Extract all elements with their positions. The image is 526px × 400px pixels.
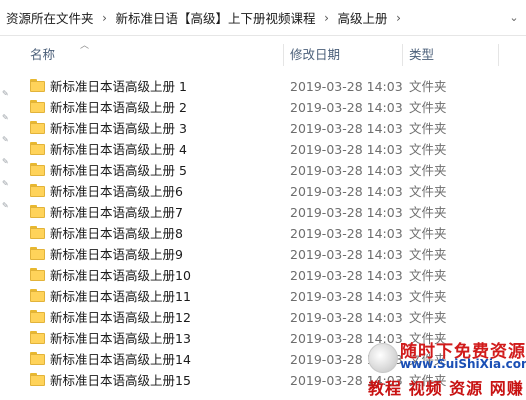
file-type: 文件夹 <box>409 142 447 157</box>
folder-icon <box>30 331 45 345</box>
file-name: 新标准日本语高级上册15 <box>50 373 191 388</box>
folder-icon <box>30 79 45 93</box>
table-row[interactable]: 新标准日本语高级上册 4 2019-03-28 14:03 文件夹 <box>0 139 526 160</box>
file-name: 新标准日本语高级上册11 <box>50 289 191 304</box>
table-row[interactable]: 新标准日本语高级上册7 2019-03-28 14:03 文件夹 <box>0 202 526 223</box>
file-type: 文件夹 <box>409 310 447 325</box>
breadcrumb-item-current[interactable]: 高级上册 <box>338 8 388 27</box>
folder-icon <box>30 352 45 366</box>
file-name: 新标准日本语高级上册 2 <box>50 100 187 115</box>
chevron-down-icon[interactable]: ⌄ <box>502 11 526 24</box>
file-date: 2019-03-28 14:03 <box>290 310 403 325</box>
file-date: 2019-03-28 14:03 <box>290 163 403 178</box>
file-name: 新标准日本语高级上册 1 <box>50 79 187 94</box>
table-row[interactable]: 新标准日本语高级上册 5 2019-03-28 14:03 文件夹 <box>0 160 526 181</box>
file-type: 文件夹 <box>409 100 447 115</box>
file-type: 文件夹 <box>409 352 447 367</box>
folder-icon <box>30 205 45 219</box>
table-row[interactable]: 新标准日本语高级上册8 2019-03-28 14:03 文件夹 <box>0 223 526 244</box>
file-name: 新标准日本语高级上册10 <box>50 268 191 283</box>
file-type: 文件夹 <box>409 373 447 388</box>
file-date: 2019-03-28 14:03 <box>290 142 403 157</box>
file-date: 2019-03-28 14:03 <box>290 205 403 220</box>
breadcrumb-item-root[interactable]: 资源所在文件夹 <box>0 8 94 27</box>
column-type[interactable]: 类型 <box>409 40 434 70</box>
file-type: 文件夹 <box>409 184 447 199</box>
breadcrumb-separator-icon[interactable]: › <box>316 11 338 25</box>
file-type: 文件夹 <box>409 331 447 346</box>
column-date[interactable]: 修改日期 <box>290 40 340 70</box>
file-name: 新标准日本语高级上册12 <box>50 310 191 325</box>
folder-icon <box>30 121 45 135</box>
file-type: 文件夹 <box>409 247 447 262</box>
file-date: 2019-03-28 14:03 <box>290 352 403 367</box>
file-name: 新标准日本语高级上册7 <box>50 205 183 220</box>
breadcrumb-separator-icon[interactable]: › <box>388 11 410 25</box>
column-divider[interactable] <box>402 44 403 66</box>
file-type: 文件夹 <box>409 289 447 304</box>
file-type: 文件夹 <box>409 268 447 283</box>
file-list: 新标准日本语高级上册 1 2019-03-28 14:03 文件夹 新标准日本语高级上… <box>0 76 526 391</box>
file-date: 2019-03-28 14:03 <box>290 184 403 199</box>
file-name: 新标准日本语高级上册 5 <box>50 163 187 178</box>
table-row[interactable]: 新标准日本语高级上册9 2019-03-28 14:03 文件夹 <box>0 244 526 265</box>
file-date: 2019-03-28 14:03 <box>290 331 403 346</box>
file-type: 文件夹 <box>409 163 447 178</box>
file-name: 新标准日本语高级上册14 <box>50 352 191 367</box>
file-date: 2019-03-28 14:03 <box>290 289 403 304</box>
file-type: 文件夹 <box>409 205 447 220</box>
folder-icon <box>30 247 45 261</box>
file-date: 2019-03-28 14:03 <box>290 79 403 94</box>
folder-icon <box>30 226 45 240</box>
column-name[interactable]: 名称 <box>30 40 55 70</box>
table-row[interactable]: 新标准日本语高级上册 2 2019-03-28 14:03 文件夹 <box>0 97 526 118</box>
table-row[interactable]: 新标准日本语高级上册12 2019-03-28 14:03 文件夹 <box>0 307 526 328</box>
table-row[interactable]: 新标准日本语高级上册6 2019-03-28 14:03 文件夹 <box>0 181 526 202</box>
folder-icon <box>30 163 45 177</box>
file-name: 新标准日本语高级上册6 <box>50 184 183 199</box>
folder-icon <box>30 184 45 198</box>
folder-icon <box>30 142 45 156</box>
column-divider[interactable] <box>283 44 284 66</box>
file-date: 2019-03-28 14:03 <box>290 226 403 241</box>
table-row[interactable]: 新标准日本语高级上册14 2019-03-28 14:03 文件夹 <box>0 349 526 370</box>
folder-icon <box>30 268 45 282</box>
table-row[interactable]: 新标准日本语高级上册10 2019-03-28 14:03 文件夹 <box>0 265 526 286</box>
file-name: 新标准日本语高级上册 4 <box>50 142 187 157</box>
file-type: 文件夹 <box>409 79 447 94</box>
table-row[interactable]: 新标准日本语高级上册 3 2019-03-28 14:03 文件夹 <box>0 118 526 139</box>
column-header: 名称 修改日期 类型 <box>0 40 526 70</box>
file-date: 2019-03-28 14:03 <box>290 121 403 136</box>
file-date: 2019-03-28 14:03 <box>290 373 403 388</box>
folder-icon <box>30 310 45 324</box>
table-row[interactable]: 新标准日本语高级上册 1 2019-03-28 14:03 文件夹 <box>0 76 526 97</box>
file-date: 2019-03-28 14:03 <box>290 247 403 262</box>
file-name: 新标准日本语高级上册 3 <box>50 121 187 136</box>
file-name: 新标准日本语高级上册13 <box>50 331 191 346</box>
folder-icon <box>30 373 45 387</box>
breadcrumb-separator-icon[interactable]: › <box>94 11 116 25</box>
folder-icon <box>30 289 45 303</box>
table-row[interactable]: 新标准日本语高级上册15 2019-03-28 14:03 文件夹 <box>0 370 526 391</box>
file-date: 2019-03-28 14:03 <box>290 100 403 115</box>
file-name: 新标准日本语高级上册9 <box>50 247 183 262</box>
address-bar[interactable]: 资源所在文件夹 › 新标准日语【高级】上下册视频课程 › 高级上册 › ⌄ <box>0 0 526 36</box>
column-divider[interactable] <box>498 44 499 66</box>
file-type: 文件夹 <box>409 226 447 241</box>
folder-icon <box>30 100 45 114</box>
table-row[interactable]: 新标准日本语高级上册11 2019-03-28 14:03 文件夹 <box>0 286 526 307</box>
file-date: 2019-03-28 14:03 <box>290 268 403 283</box>
file-type: 文件夹 <box>409 121 447 136</box>
breadcrumb-item-course[interactable]: 新标准日语【高级】上下册视频课程 <box>116 8 316 27</box>
table-row[interactable]: 新标准日本语高级上册13 2019-03-28 14:03 文件夹 <box>0 328 526 349</box>
file-name: 新标准日本语高级上册8 <box>50 226 183 241</box>
